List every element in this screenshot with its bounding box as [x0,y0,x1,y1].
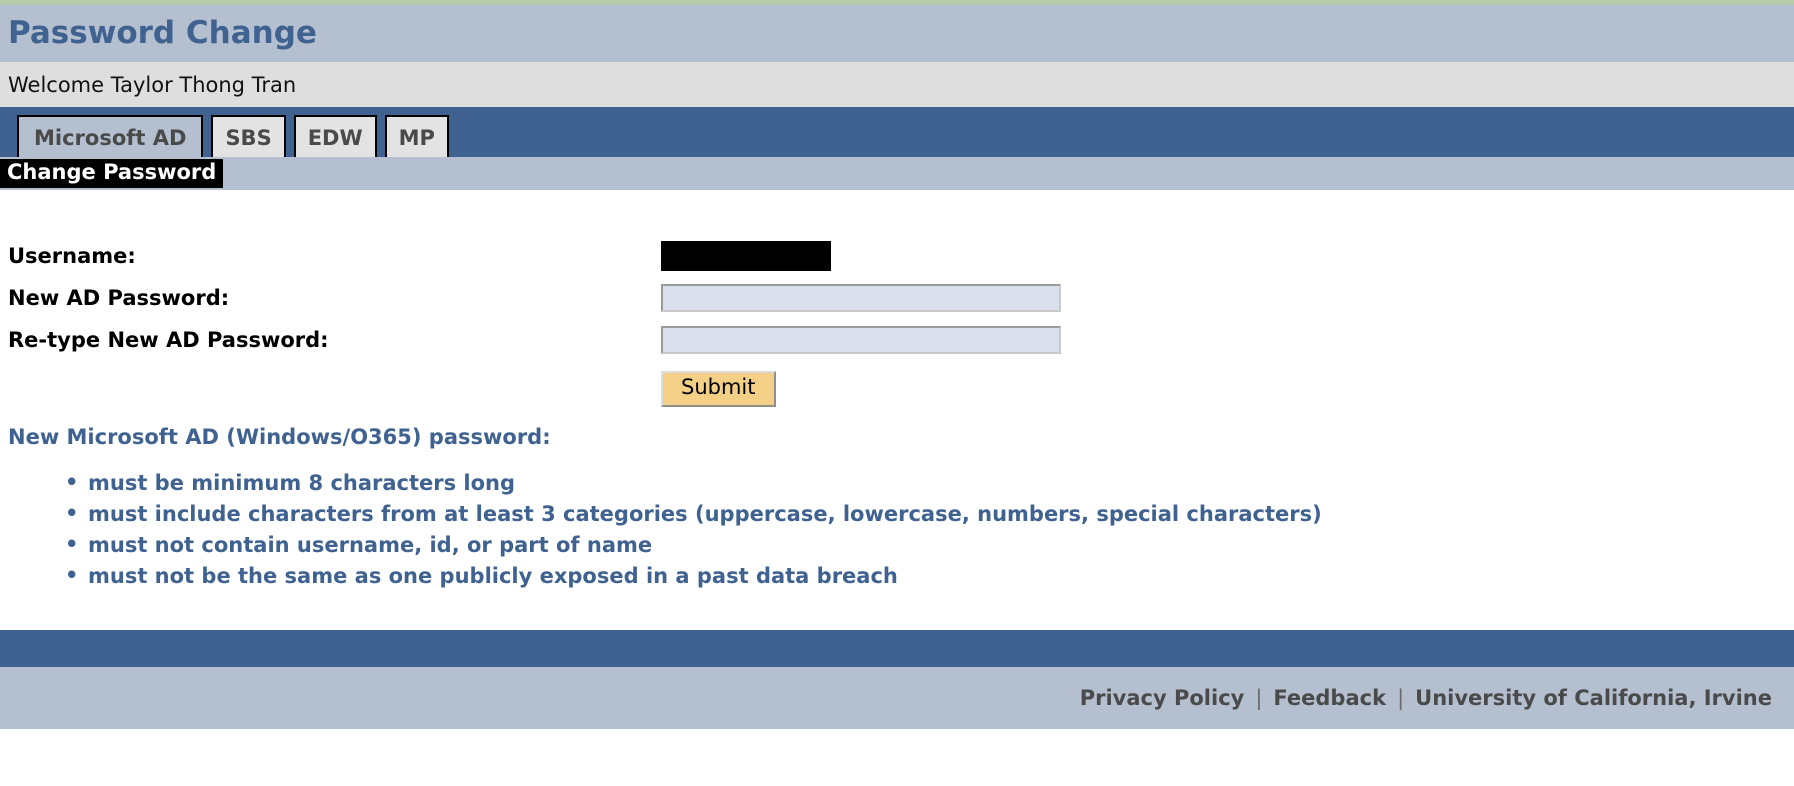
section-title: Change Password [0,159,224,188]
welcome-message: Welcome Taylor Thong Tran [8,72,297,97]
footer-separator: | [1255,686,1263,710]
main-content: Username: New AD Password: Re-type New A… [0,190,1794,630]
requirement-item: must be minimum 8 characters long [65,470,1322,495]
tab-mp[interactable]: MP [384,115,449,157]
footer-links: Privacy Policy | Feedback | University o… [1080,686,1772,710]
tab-edw-label: EDW [307,126,363,150]
tab-sbs[interactable]: SBS [211,115,286,157]
requirement-item: must not contain username, id, or part o… [65,532,1322,557]
retype-password-label: Re-type New AD Password: [8,328,329,352]
form-row-username: Username: [8,235,1061,277]
page-title: Password Change [8,15,317,51]
requirement-item: must include characters from at least 3 … [65,501,1322,526]
tab-edw[interactable]: EDW [293,115,377,157]
footer: Privacy Policy | Feedback | University o… [0,667,1794,729]
privacy-policy-link[interactable]: Privacy Policy [1080,686,1245,710]
tab-microsoft-ad-label: Microsoft AD [34,126,187,150]
footer-separator: | [1397,686,1405,710]
institution-link[interactable]: University of California, Irvine [1415,686,1772,710]
tab-microsoft-ad[interactable]: Microsoft AD [17,115,204,157]
new-password-input[interactable] [661,284,1061,312]
submit-button[interactable]: Submit [661,371,776,407]
page-title-bar: Password Change [0,5,1794,62]
tab-sbs-label: SBS [225,126,272,150]
password-requirements: New Microsoft AD (Windows/O365) password… [8,425,1322,595]
section-header-bar: Change Password [0,157,1794,190]
form-row-retype-password: Re-type New AD Password: [8,319,1061,361]
username-value-redacted [661,241,831,271]
form-row-new-password: New AD Password: [8,277,1061,319]
feedback-link[interactable]: Feedback [1273,686,1386,710]
tab-mp-label: MP [398,126,435,150]
welcome-bar: Welcome Taylor Thong Tran [0,62,1794,107]
password-change-form: Username: New AD Password: Re-type New A… [8,235,1061,411]
requirements-heading: New Microsoft AD (Windows/O365) password… [8,425,551,449]
requirements-list: must be minimum 8 characters long must i… [8,470,1322,588]
footer-accent-band [0,630,1794,667]
tab-bar: Microsoft AD SBS EDW MP [0,107,1794,157]
requirement-item: must not be the same as one publicly exp… [65,563,1322,588]
retype-password-input[interactable] [661,326,1061,354]
username-label: Username: [8,244,136,268]
new-password-label: New AD Password: [8,286,230,310]
form-row-submit: Submit [8,361,1061,411]
